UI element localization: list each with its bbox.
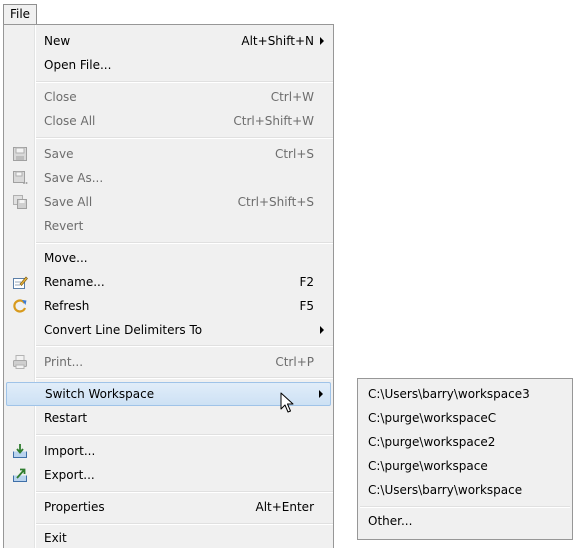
- export-icon: [13, 468, 27, 482]
- submenu-arrow-icon: [319, 390, 323, 398]
- menu-item-label: Close All: [44, 114, 96, 128]
- menu-item-label: Convert Line Delimiters To: [44, 323, 203, 337]
- menu-item-label: Save: [44, 147, 74, 161]
- menu-item-label: New: [44, 34, 71, 48]
- menu-item-rename[interactable]: Rename... F2: [4, 270, 333, 294]
- menu-item-label: Exit: [44, 531, 67, 545]
- menu-item-exit[interactable]: Exit: [4, 526, 333, 550]
- workspace-item[interactable]: C:\purge\workspace2: [358, 430, 572, 454]
- printer-icon: [13, 355, 27, 369]
- menu-item-close-all[interactable]: Close All Ctrl+Shift+W: [4, 109, 333, 133]
- refresh-icon: [13, 299, 27, 313]
- menu-item-shortcut: Ctrl+S: [274, 147, 314, 161]
- menu-item-label: Open File...: [44, 58, 112, 72]
- menu-item-label: Move...: [44, 251, 88, 265]
- menu-item-shortcut: Alt+Shift+N: [241, 34, 314, 48]
- menu-item-refresh[interactable]: Refresh F5: [4, 294, 333, 318]
- workspace-item-label: C:\purge\workspaceC: [368, 411, 497, 425]
- workspace-item[interactable]: C:\purge\workspace: [358, 454, 572, 478]
- switch-workspace-submenu: C:\Users\barry\workspace3 C:\purge\works…: [357, 378, 573, 540]
- menu-item-export[interactable]: Export...: [4, 463, 333, 487]
- import-icon: [13, 444, 27, 458]
- submenu-arrow-icon: [320, 37, 324, 45]
- floppy-disk-pencil-icon: [13, 171, 28, 184]
- menu-item-shortcut: F2: [299, 275, 314, 289]
- workspace-item-other[interactable]: Other...: [358, 509, 572, 533]
- menu-item-label: Rename...: [44, 275, 105, 289]
- menu-item-convert-line-delimiters[interactable]: Convert Line Delimiters To: [4, 318, 333, 342]
- menu-separator: [36, 434, 333, 436]
- menu-item-label: Print...: [44, 355, 84, 369]
- menu-item-label: Switch Workspace: [45, 387, 155, 401]
- menu-item-move[interactable]: Move...: [4, 246, 333, 270]
- menu-item-shortcut: Ctrl+Shift+S: [237, 195, 314, 209]
- workspace-item-label: Other...: [368, 514, 413, 528]
- menu-separator: [360, 506, 570, 508]
- rename-pencil-icon: [13, 276, 28, 289]
- menu-item-label: Revert: [44, 219, 84, 233]
- menu-item-save-as[interactable]: Save As...: [4, 166, 333, 190]
- menu-separator: [36, 491, 333, 493]
- menu-item-save[interactable]: Save Ctrl+S: [4, 142, 333, 166]
- menu-item-label: Save All: [44, 195, 93, 209]
- submenu-arrow-icon: [320, 326, 324, 334]
- workspace-item[interactable]: C:\Users\barry\workspace: [358, 478, 572, 502]
- floppy-disk-icon: [13, 147, 27, 161]
- menu-item-close[interactable]: Close Ctrl+W: [4, 85, 333, 109]
- menu-item-label: Save As...: [44, 171, 104, 185]
- workspace-item-label: C:\Users\barry\workspace: [368, 483, 523, 497]
- workspace-item-label: C:\purge\workspace: [368, 459, 488, 473]
- multiple-floppy-icon: [13, 195, 27, 209]
- menu-item-properties[interactable]: Properties Alt+Enter: [4, 495, 333, 519]
- menu-item-save-all[interactable]: Save All Ctrl+Shift+S: [4, 190, 333, 214]
- menu-item-shortcut: Ctrl+Shift+W: [233, 114, 314, 128]
- workspace-item[interactable]: C:\purge\workspaceC: [358, 406, 572, 430]
- mouse-pointer-icon: [280, 392, 294, 413]
- menu-item-label: Refresh: [44, 299, 90, 313]
- menu-item-new[interactable]: New Alt+Shift+N: [4, 29, 333, 53]
- menu-item-shortcut: Ctrl+W: [270, 90, 314, 104]
- menu-item-label: Properties: [44, 500, 105, 514]
- menu-item-shortcut: F5: [299, 299, 314, 313]
- file-menu: New Alt+Shift+N Open File... Close Ctrl+…: [3, 24, 334, 548]
- menu-item-label: Export...: [44, 468, 95, 482]
- menu-item-print[interactable]: Print... Ctrl+P: [4, 350, 333, 374]
- menu-item-label: Close: [44, 90, 77, 104]
- menu-separator: [36, 523, 333, 525]
- menu-separator: [36, 81, 333, 83]
- menu-item-import[interactable]: Import...: [4, 439, 333, 463]
- menu-item-label: Restart: [44, 411, 88, 425]
- menu-item-shortcut: Alt+Enter: [255, 500, 314, 514]
- menu-separator: [36, 377, 333, 379]
- menu-item-open-file[interactable]: Open File...: [4, 53, 333, 77]
- menu-separator: [36, 345, 333, 347]
- workspace-item[interactable]: C:\Users\barry\workspace3: [358, 382, 572, 406]
- file-menu-button[interactable]: File: [3, 4, 37, 24]
- menu-item-shortcut: Ctrl+P: [275, 355, 314, 369]
- menu-item-label: Import...: [44, 444, 96, 458]
- menu-separator: [36, 242, 333, 244]
- menu-item-revert[interactable]: Revert: [4, 214, 333, 238]
- workspace-item-label: C:\Users\barry\workspace3: [368, 387, 530, 401]
- menu-separator: [36, 137, 333, 139]
- workspace-item-label: C:\purge\workspace2: [368, 435, 496, 449]
